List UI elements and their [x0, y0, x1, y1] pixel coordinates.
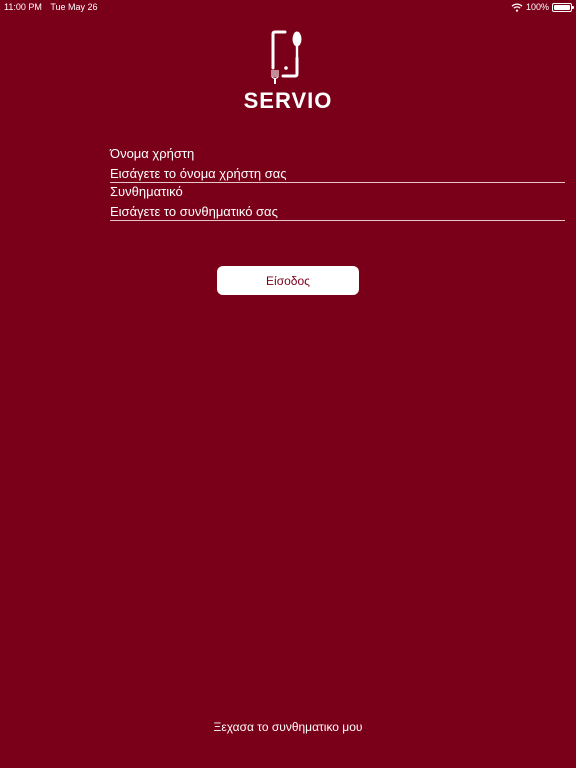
forgot-password-link[interactable]: Ξεχασα το συνθηματικο μου — [0, 720, 576, 734]
app-logo: SERVIO — [0, 28, 576, 114]
username-label: Όνομα χρήστη — [110, 146, 195, 161]
status-date: Tue May 26 — [50, 2, 98, 12]
login-button[interactable]: Είσοδος — [217, 266, 359, 295]
wifi-icon — [511, 2, 523, 12]
password-label: Συνθηματικό — [110, 184, 183, 199]
battery-icon — [552, 2, 574, 12]
battery-fill — [554, 4, 570, 10]
status-bar: 11:00 PM Tue May 26 100% — [0, 0, 576, 14]
battery-percent: 100% — [525, 2, 549, 12]
username-input[interactable] — [110, 164, 565, 183]
phone-utensils-icon — [271, 28, 305, 84]
status-left: 11:00 PM Tue May 26 — [4, 0, 98, 14]
status-time: 11:00 PM — [4, 2, 42, 12]
password-input[interactable] — [110, 202, 565, 221]
login-form: Όνομα χρήστη Συνθηματικό — [110, 145, 565, 221]
app-logo-text: SERVIO — [243, 88, 333, 113]
status-right: 100% — [511, 0, 574, 14]
